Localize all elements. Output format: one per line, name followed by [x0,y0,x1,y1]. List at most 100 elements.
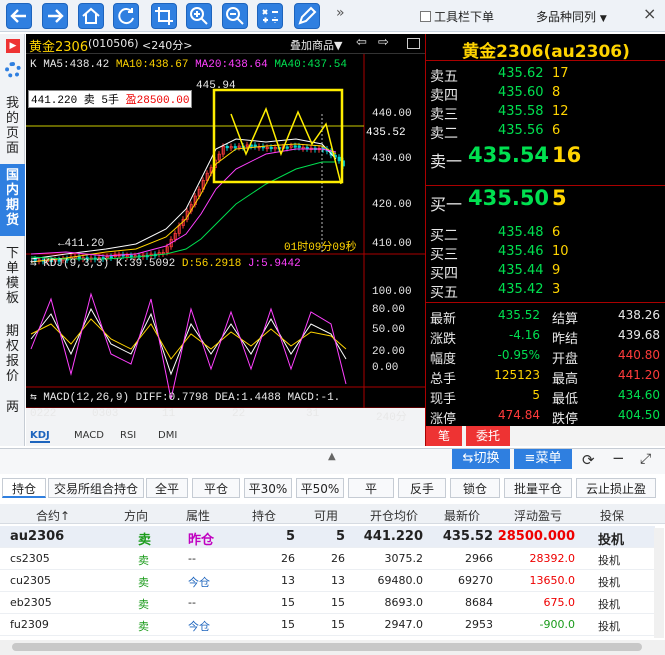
switch-button[interactable]: ⇆切换 [452,449,510,469]
layout-icon[interactable] [407,38,420,49]
multi-list-dropdown[interactable]: 多品种同列 ▼ [536,8,607,25]
bid-row[interactable]: 买一 435.50 5 [426,186,665,215]
stat-row: 最新 435.52 结算 438.26 [426,306,665,327]
action-button[interactable]: 全平 [146,478,188,498]
position-panel: ▲ ⇆切换 ≡菜单 ⟳ − ⤢ 持仓 交易所组合持仓 全平 平仓 平30% 平50% 平… [0,448,665,655]
ma40-line [30,161,336,260]
table-row[interactable]: cs2305 卖 -- 26 26 3075.2 2966 28392.0 投机 [0,548,655,570]
bid-row[interactable]: 买五 435.42 3 [426,280,665,301]
ask-row[interactable]: 卖一 435.54 16 [426,143,665,172]
expand-icon[interactable]: ⤢ [640,451,651,467]
col-attribute[interactable]: 属性 [186,507,210,524]
table-row[interactable]: eb2305 卖 -- 15 15 8693.0 8684 675.0 投机 [0,592,655,614]
action-button[interactable]: 云止损止盈 [576,478,656,498]
close-icon[interactable]: × [643,4,656,23]
ask-row[interactable]: 卖二 435.56 6 [426,121,665,142]
ask-row[interactable]: 卖三 435.58 12 [426,102,665,123]
collapse-arrow-icon[interactable]: ▶ [6,39,20,53]
table-row[interactable]: fu2309 卖 今仓 15 15 2947.0 2953 -900.0 投机 [0,614,655,636]
candle-body [285,146,289,149]
hide-toolbar-label: 工具栏下单 [434,10,495,24]
cell-open: 441.220 [363,529,423,544]
cell-pos: 13 [281,574,295,587]
hide-toolbar-checkbox[interactable]: 工具栏下单 [420,8,494,25]
cell-open: 3075.2 [384,552,424,565]
table-row[interactable]: cu2305 卖 今仓 13 13 69480.0 69270 13650.0 投机 [0,570,655,592]
bid-price: 435.42 [498,282,544,297]
cell-dir: 卖 [138,576,149,589]
home-icon[interactable] [78,3,104,29]
col-contract[interactable]: 合约↑ [36,507,70,524]
tab-orders[interactable]: 委托 [466,426,510,446]
refresh-icon[interactable] [113,3,139,29]
tab-macd[interactable]: MACD [74,430,104,441]
action-button[interactable]: 平50% [296,478,344,498]
chart-next-icon[interactable]: ⇨ [378,35,389,50]
action-button[interactable]: 平30% [244,478,292,498]
chart-prev-icon[interactable]: ⇦ [356,35,367,50]
ask-price: 435.60 [498,85,544,100]
tab-exchange-combo[interactable]: 交易所组合持仓 [48,478,144,498]
chart-period[interactable]: <240分> [142,37,192,53]
cell-pnl: 13650.0 [529,574,576,587]
action-button[interactable]: 反手 [398,478,446,498]
tab-tick[interactable]: 笔 [426,426,462,446]
col-direction[interactable]: 方向 [124,507,148,524]
overlay-button[interactable]: 叠加商品▼ [290,37,342,53]
back-arrow-icon[interactable] [6,3,32,29]
stat-value: 435.52 [498,308,540,322]
ask-volume: 12 [552,104,569,119]
cell-attr: 昨仓 [188,533,215,548]
action-button[interactable]: 平仓 [192,478,240,498]
x-tick-31: 31 [306,408,320,420]
col-open-avg[interactable]: 开仓均价 [370,507,418,524]
action-button[interactable]: 锁仓 [450,478,500,498]
bid-row[interactable]: 买三 435.46 10 [426,242,665,263]
candle-body [253,144,257,147]
table-row[interactable]: au2306 卖 昨仓 5 5 441.220 435.52 28500.000 投机 [0,526,655,548]
cell-attr: 今仓 [188,576,210,589]
action-button[interactable]: 批量平仓 [504,478,572,498]
nav-order-template[interactable]: 下单模板 [4,246,21,306]
scroll-thumb[interactable] [12,643,642,651]
horizontal-scrollbar[interactable] [0,640,665,655]
cell-pnl: 28500.000 [497,529,575,544]
vertical-scrollbar[interactable] [654,528,664,638]
more-icon[interactable]: » [336,5,345,21]
forward-arrow-icon[interactable] [42,3,68,29]
nav-my-page[interactable]: 我的页面 [4,96,21,156]
menu-button[interactable]: ≡菜单 [514,449,572,469]
formula-icon[interactable] [257,3,283,29]
tab-dmi[interactable]: DMI [158,430,177,441]
ask-price: 435.62 [498,66,544,81]
refresh-icon[interactable]: ⟳ [582,451,595,469]
chart-area[interactable]: 黄金2306 (010506) <240分> 叠加商品▼ ⇦ ⇨ K MA5:4… [26,34,425,446]
ask-row[interactable]: 卖四 435.60 8 [426,83,665,104]
bid-row[interactable]: 买四 435.44 9 [426,261,665,282]
cell-contract: cs2305 [10,552,50,565]
bid-row[interactable]: 买二 435.48 6 [426,223,665,244]
ask-row[interactable]: 卖五 435.62 17 [426,64,665,85]
collapse-up-icon[interactable]: ▲ [328,451,336,462]
zoom-in-icon[interactable] [186,3,212,29]
chart-title: 黄金2306 [29,40,89,55]
col-position[interactable]: 持仓 [252,507,276,524]
tab-positions[interactable]: 持仓 [2,478,46,498]
col-last-price[interactable]: 最新价 [444,507,480,524]
cell-last: 435.52 [442,529,493,544]
zoom-out-icon[interactable] [222,3,248,29]
gear-icon[interactable] [5,62,21,78]
action-button[interactable]: 平100% [348,478,394,516]
tab-rsi[interactable]: RSI [120,430,136,441]
nav-domestic-futures[interactable]: 国内期货 [0,164,25,236]
kdj-axis-50: 50.00 [372,324,406,336]
col-floating-pnl[interactable]: 浮动盈亏 [514,507,562,524]
minimize-icon[interactable]: − [612,449,625,467]
col-hedge[interactable]: 投保 [600,507,624,524]
nav-option-quote[interactable]: 期权报价 [4,324,21,384]
nav-more[interactable]: 两 [4,400,21,415]
crop-icon[interactable] [151,3,177,29]
draw-pen-icon[interactable] [294,3,320,29]
tab-kdj[interactable]: KDJ [30,430,50,443]
col-available[interactable]: 可用 [314,507,338,524]
